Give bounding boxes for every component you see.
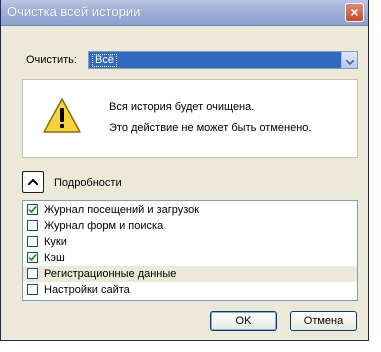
dialog-title: Очистка всей истории xyxy=(7,4,141,19)
list-item-label: Регистрационные данные xyxy=(44,268,177,280)
clear-history-dialog: Очистка всей истории × Очистить: Всё Вся… xyxy=(0,0,369,341)
warning-icon xyxy=(43,98,81,133)
checkbox[interactable] xyxy=(27,252,38,263)
list-item-label: Кэш xyxy=(44,252,65,264)
list-item[interactable]: Куки xyxy=(23,234,357,250)
chevron-up-icon xyxy=(27,178,39,186)
checkbox[interactable] xyxy=(27,204,38,215)
close-button[interactable]: × xyxy=(345,3,364,22)
checkmark-icon xyxy=(28,205,37,214)
list-item[interactable]: Журнал форм и поиска xyxy=(23,218,357,234)
list-item-label: Журнал посещений и загрузок xyxy=(44,204,200,216)
close-icon: × xyxy=(350,4,359,20)
list-item[interactable]: Кэш xyxy=(23,250,357,266)
warning-message: Вся история будет очищена. xyxy=(109,101,255,113)
checkmark-icon xyxy=(28,253,37,262)
list-item-label: Настройки сайта xyxy=(44,284,130,296)
warning-submessage: Это действие не может быть отменено. xyxy=(109,122,312,134)
cancel-button[interactable]: Отмена xyxy=(290,311,357,331)
dropdown-arrow-button[interactable] xyxy=(341,52,357,68)
clear-range-label: Очистить: xyxy=(26,54,77,66)
clear-range-select[interactable]: Всё xyxy=(88,51,358,69)
history-items-list: Журнал посещений и загрузок Журнал форм … xyxy=(22,200,358,301)
details-toggle-button[interactable] xyxy=(22,171,44,193)
checkbox[interactable] xyxy=(27,236,38,247)
chevron-down-icon xyxy=(344,59,355,66)
list-item-label: Журнал форм и поиска xyxy=(44,220,164,232)
clear-range-value: Всё xyxy=(92,54,117,67)
title-bar[interactable]: Очистка всей истории × xyxy=(1,0,368,26)
list-item[interactable]: Журнал посещений и загрузок xyxy=(23,202,357,218)
ok-button[interactable]: OK xyxy=(210,311,277,331)
list-item[interactable]: Регистрационные данные xyxy=(23,266,357,282)
checkbox[interactable] xyxy=(27,220,38,231)
list-item[interactable]: Настройки сайта xyxy=(23,282,357,298)
warning-panel: Вся история будет очищена. Это действие … xyxy=(22,79,358,158)
list-item-label: Куки xyxy=(44,236,67,248)
checkbox[interactable] xyxy=(27,268,38,279)
details-label: Подробности xyxy=(54,177,122,189)
checkbox[interactable] xyxy=(27,284,38,295)
